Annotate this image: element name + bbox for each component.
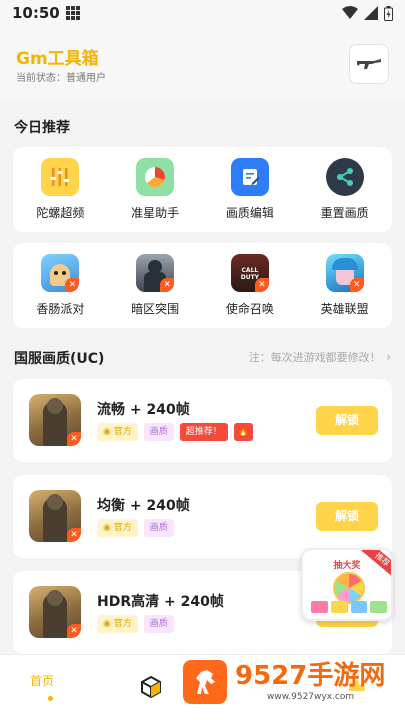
tool-label: 画质编辑	[225, 206, 274, 220]
preset-name: 均衡 + 240帧	[97, 498, 190, 514]
app-header: Gm工具箱 当前状态：普通用户	[0, 26, 405, 100]
tool-crosshair-helper[interactable]: 准星助手	[108, 147, 203, 232]
league-of-legends-icon: ✕	[325, 254, 364, 292]
quality-tag: 画质	[143, 615, 174, 633]
tool-reset-quality[interactable]: 重置画质	[297, 147, 392, 232]
preset-card: ✕ 均衡 + 240帧 ◉ 官方 画质 解锁	[13, 475, 392, 558]
app-title: Gm工具箱	[16, 49, 99, 69]
pubg-game-icon: ✕	[29, 490, 81, 542]
preset-name: 流畅 + 240帧	[97, 402, 190, 418]
quality-tag: 画质	[143, 519, 174, 537]
equalizer-icon	[41, 158, 80, 196]
official-tag: ◉ 官方	[97, 519, 138, 537]
sausage-party-icon: ✕	[41, 254, 80, 292]
tool-label: 准星助手	[131, 206, 180, 220]
prize-wheel-icon	[333, 572, 365, 604]
game-call-of-duty[interactable]: CALL DUTY ✕ 使命召唤	[203, 243, 298, 328]
preset-name: HDR高清 + 240帧	[97, 594, 224, 610]
game-label: 暗区突围	[131, 302, 180, 316]
game-label: 英雄联盟	[320, 302, 369, 316]
status-time: 10:50	[12, 4, 60, 22]
watermark: 9527手游网 www.9527wyx.com	[183, 660, 385, 710]
game-label: 使命召唤	[225, 302, 274, 316]
call-of-duty-icon: CALL DUTY ✕	[230, 254, 269, 292]
chevron-right-icon: ›	[386, 350, 391, 364]
edit-document-icon	[230, 158, 269, 196]
battery-icon	[384, 5, 393, 21]
watermark-text: 9527手游网	[235, 661, 386, 691]
unlock-button[interactable]: 解锁	[316, 502, 378, 531]
tools-card: 陀螺超频 准星助手 画质编辑 重置画质	[13, 147, 392, 232]
nav-active-dot	[48, 696, 53, 701]
status-bar: 10:50	[0, 0, 405, 26]
game-arena-breakout[interactable]: ✕ 暗区突围	[108, 243, 203, 328]
arena-breakout-icon: ✕	[136, 254, 175, 292]
tool-quality-editor[interactable]: 画质编辑	[203, 147, 298, 232]
unlock-button[interactable]: 解锁	[316, 406, 378, 435]
recommend-badge: 超推荐！	[179, 423, 228, 441]
official-tag: ◉ 官方	[97, 423, 138, 441]
share-icon	[325, 158, 364, 196]
rifle-icon	[357, 59, 381, 69]
apps-grid-icon	[65, 6, 80, 20]
weapon-button[interactable]	[349, 44, 389, 84]
today-section-title: 今日推荐	[14, 120, 70, 136]
official-tag: ◉ 官方	[97, 615, 138, 633]
game-label: 香肠派对	[36, 302, 85, 316]
tool-gyro-overclock[interactable]: 陀螺超频	[13, 147, 108, 232]
game-sausage-party[interactable]: ✕ 香肠派对	[13, 243, 108, 328]
tool-label: 陀螺超频	[36, 206, 85, 220]
game-league-of-legends[interactable]: ✕ 英雄联盟	[297, 243, 392, 328]
fire-icon: 🔥	[233, 423, 253, 441]
uc-note[interactable]: 注：每次进游戏都要修改！ ›	[249, 349, 391, 365]
tool-label: 重置画质	[320, 206, 369, 220]
uc-section-title: 国服画质(UC)	[14, 351, 105, 367]
pubg-game-icon: ✕	[29, 586, 81, 638]
gift-boxes-icon	[311, 601, 387, 613]
games-card: ✕ 香肠派对 ✕ 暗区突围 CALL DUTY ✕ 使命召唤 ✕ 英雄联盟	[13, 243, 392, 328]
wifi-icon	[342, 6, 358, 19]
horse-logo-icon	[183, 660, 227, 704]
cube-icon[interactable]	[139, 675, 163, 699]
nav-home[interactable]: 首页	[30, 672, 54, 689]
uc-note-text: 注：每次进游戏都要修改！	[248, 351, 381, 364]
preset-card: ✕ 流畅 + 240帧 ◉ 官方 画质 超推荐！ 🔥 解锁	[13, 379, 392, 462]
pie-chart-icon	[136, 158, 175, 196]
user-status: 当前状态：普通用户	[16, 73, 106, 84]
watermark-url: www.9527wyx.com	[267, 692, 355, 702]
quality-tag: 画质	[143, 423, 174, 441]
signal-icon	[364, 6, 378, 20]
lottery-popup[interactable]: 抽大奖 推荐	[301, 548, 393, 621]
pubg-game-icon: ✕	[29, 394, 81, 446]
